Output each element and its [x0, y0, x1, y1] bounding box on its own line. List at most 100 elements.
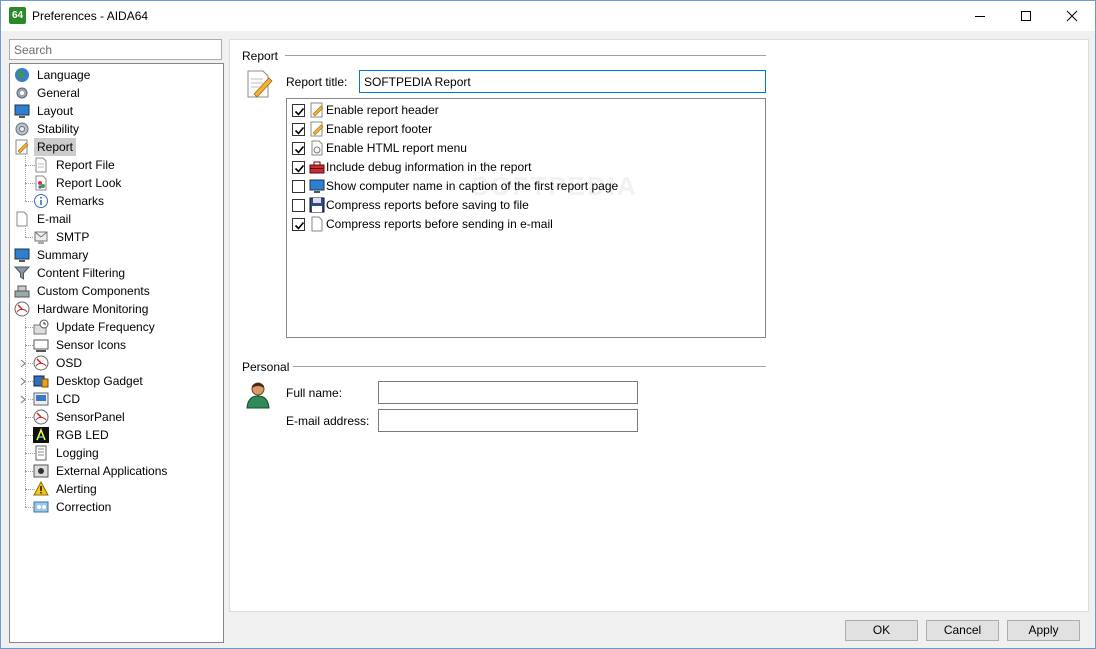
monitor-icon	[309, 179, 325, 193]
title-bar[interactable]: 64 Preferences - AIDA64	[1, 1, 1095, 31]
sidebar-item-label: SMTP	[56, 230, 90, 244]
option-label: Enable HTML report menu	[326, 141, 467, 155]
checkbox[interactable]	[292, 180, 305, 193]
gear-icon	[16, 87, 28, 99]
window-title: Preferences - AIDA64	[32, 9, 149, 23]
ok-button[interactable]: OK	[845, 620, 918, 641]
sidebar-item-label: Report File	[56, 158, 115, 172]
expand-arrow-icon[interactable]	[19, 359, 28, 368]
preferences-tree[interactable]: Language General Layout Stability Report…	[9, 63, 224, 643]
rgb-led-icon	[33, 427, 49, 443]
cancel-button[interactable]: Cancel	[926, 620, 999, 641]
group-divider	[293, 366, 766, 367]
sidebar-item-label: E-mail	[37, 212, 72, 226]
checkmark-icon	[294, 107, 305, 116]
sidebar-item-label: Language	[37, 68, 91, 82]
sidebar-item-label: General	[37, 86, 80, 100]
gauge-icon	[33, 409, 49, 425]
external-app-icon	[33, 464, 49, 478]
tree-connector	[25, 156, 26, 201]
tree-connector	[25, 228, 26, 237]
sidebar-item-label: Report Look	[56, 176, 122, 190]
info-icon	[34, 194, 48, 208]
sidebar-item-label: Desktop Gadget	[56, 374, 143, 388]
maximize-icon	[1021, 11, 1031, 21]
sidebar-item-label: Layout	[37, 104, 74, 118]
watermark-text: SOFTPEDIA	[471, 171, 638, 201]
report-title-label: Report title:	[286, 75, 348, 89]
sidebar-item-label: RGB LED	[56, 428, 109, 442]
components-icon	[14, 285, 30, 298]
report-title-input[interactable]	[359, 70, 766, 93]
sidebar-item-label: Summary	[37, 248, 89, 262]
monitor-icon	[14, 104, 30, 118]
expand-arrow-icon[interactable]	[19, 377, 28, 386]
checkmark-icon	[294, 126, 305, 135]
report-pencil-icon	[247, 70, 273, 98]
checkbox[interactable]	[292, 199, 305, 212]
personal-group-label: Personal	[242, 360, 290, 374]
apply-button[interactable]: Apply	[1007, 620, 1080, 641]
full-name-input[interactable]	[378, 381, 638, 404]
expand-arrow-icon[interactable]	[19, 395, 28, 404]
report-pencil-icon	[15, 139, 29, 155]
checkbox[interactable]	[292, 142, 305, 155]
cog-icon	[15, 122, 29, 136]
checkbox[interactable]	[292, 123, 305, 136]
preferences-window: 64 Preferences - AIDA64 Search Language …	[0, 0, 1096, 649]
close-button[interactable]	[1049, 1, 1095, 31]
sidebar-item-label: Hardware Monitoring	[37, 302, 149, 316]
aida64-app-icon: 64	[9, 7, 26, 24]
mail-server-icon	[34, 231, 48, 244]
clock-icon	[33, 319, 49, 335]
option-label: Enable report footer	[326, 122, 433, 136]
report-group-label: Report	[242, 49, 279, 63]
sidebar-item-label: Update Frequency	[56, 320, 155, 334]
checkbox[interactable]	[292, 104, 305, 117]
sidebar-item-label: LCD	[56, 392, 81, 406]
log-icon	[35, 445, 47, 461]
checkbox[interactable]	[292, 161, 305, 174]
user-avatar-icon	[246, 382, 270, 409]
full-name-label: Full name:	[286, 386, 343, 400]
close-icon	[1066, 10, 1078, 22]
group-divider	[285, 55, 766, 56]
minimize-icon	[975, 16, 985, 17]
document-icon	[35, 157, 47, 173]
document-icon	[16, 211, 28, 227]
report-pencil-icon	[310, 121, 324, 137]
sidebar-item-label: Sensor Icons	[56, 338, 127, 352]
sidebar-item-label: SensorPanel	[56, 410, 125, 424]
globe-icon	[15, 68, 29, 82]
toolbox-icon	[309, 161, 325, 174]
report-pencil-icon	[310, 102, 324, 118]
palette-icon	[35, 175, 47, 191]
gadget-icon	[33, 375, 49, 388]
lcd-icon	[33, 392, 49, 406]
option-label: Enable report header	[326, 103, 439, 117]
search-input[interactable]	[9, 39, 222, 60]
sidebar-item-label: Custom Components	[37, 284, 150, 298]
maximize-button[interactable]	[1003, 1, 1049, 31]
checkmark-icon	[294, 221, 305, 230]
option-label: Compress reports before sending in e-mai…	[326, 217, 553, 231]
gauge-icon	[14, 301, 30, 317]
warning-icon	[33, 481, 49, 496]
tree-connector	[25, 318, 26, 507]
sidebar-item-label: Report	[34, 138, 77, 156]
report-options-list: Enable report header Enable report foote…	[286, 98, 766, 338]
html-doc-icon	[311, 140, 323, 156]
funnel-icon	[14, 266, 30, 280]
email-address-label: E-mail address:	[286, 414, 370, 428]
sidebar-item-label: Stability	[37, 122, 80, 136]
checkbox[interactable]	[292, 218, 305, 231]
sidebar-item-label: External Applications	[56, 464, 168, 478]
minimize-button[interactable]	[957, 1, 1003, 31]
sidebar-item-label: Remarks	[56, 194, 105, 208]
sidebar-item-label: Correction	[56, 500, 112, 514]
checkmark-icon	[294, 164, 305, 173]
document-icon	[311, 216, 323, 232]
email-address-input[interactable]	[378, 409, 638, 432]
sensor-icon	[33, 339, 49, 352]
gauge-icon	[33, 355, 49, 371]
